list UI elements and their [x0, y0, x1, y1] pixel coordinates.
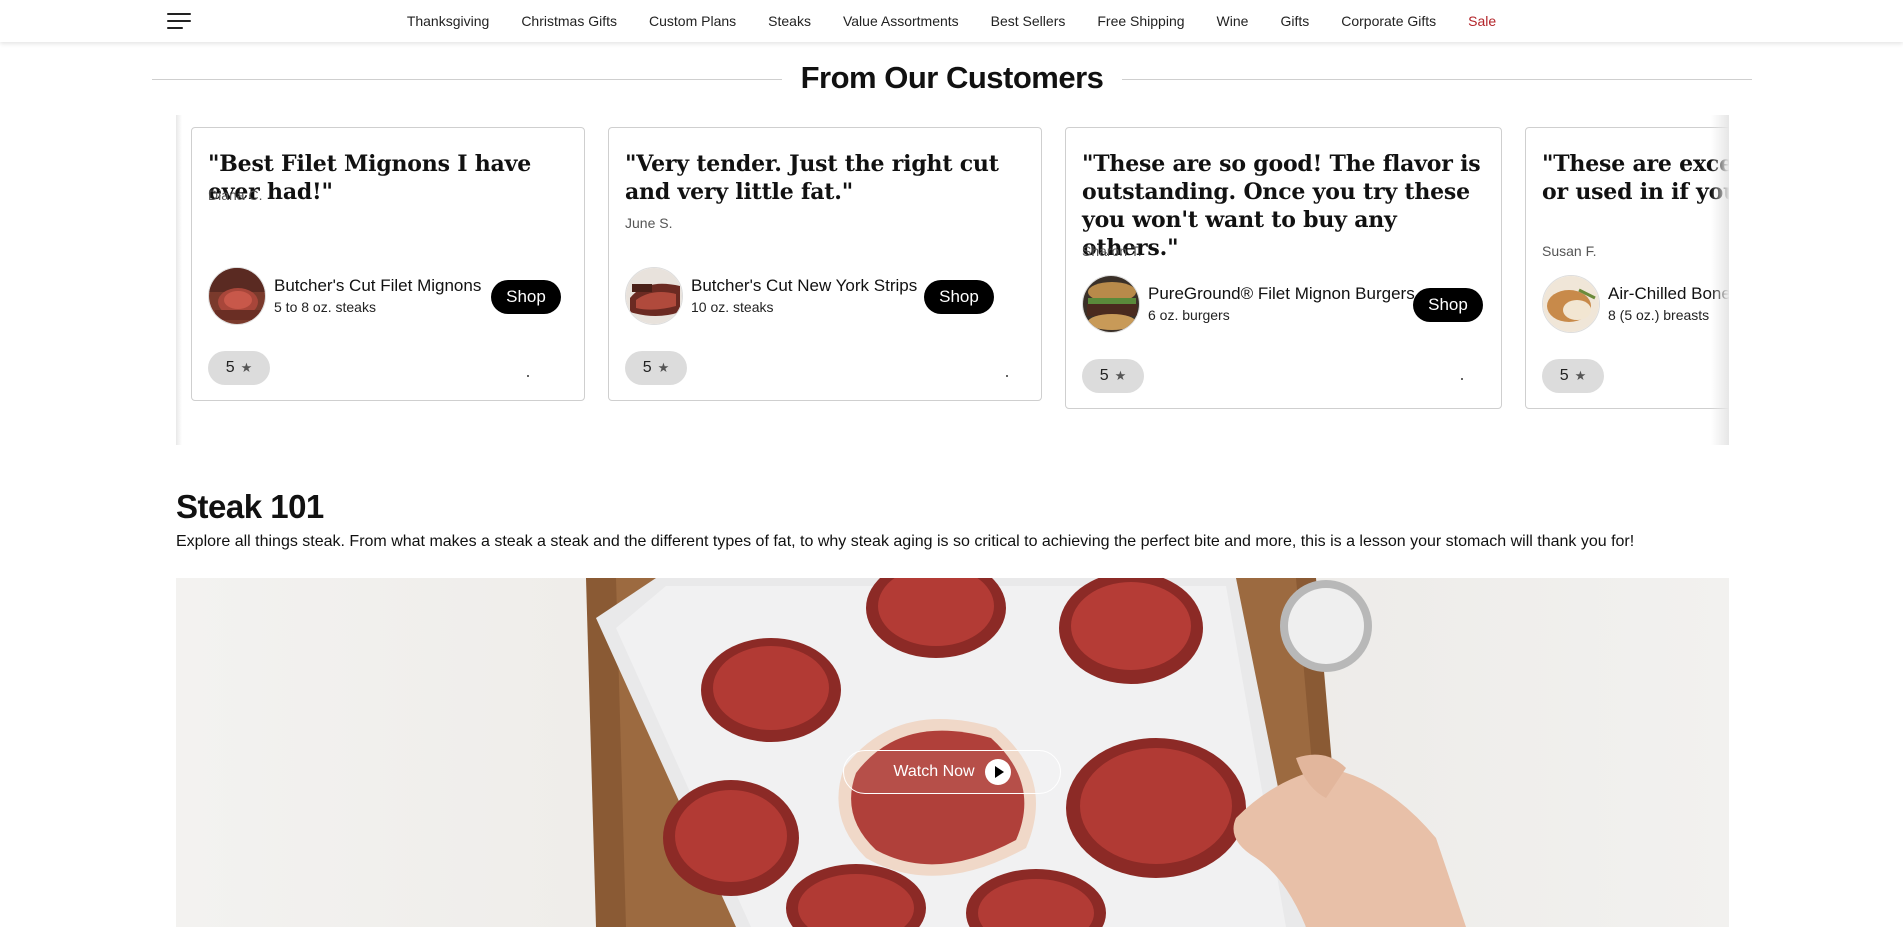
rating-badge: 5 ★ [1082, 359, 1144, 393]
rating-badge: 5 ★ [625, 351, 687, 385]
carousel-fade-left [176, 115, 182, 445]
heading-divider-right [1122, 79, 1752, 80]
review-author: Sharon T. [1082, 243, 1142, 259]
category-nav: Thanksgiving Christmas Gifts Custom Plan… [0, 0, 1903, 42]
star-icon: ★ [657, 360, 670, 375]
review-quote: "These are so good! The flavor is outsta… [1082, 151, 1481, 261]
product-name[interactable]: Butcher's Cut Filet Mignons [274, 276, 481, 296]
review-card: "Very tender. Just the right cut and ver… [608, 127, 1042, 401]
watch-now-label: Watch Now [893, 763, 975, 780]
shop-button[interactable]: Shop [1413, 288, 1483, 322]
review-author: Diana C. [208, 187, 263, 203]
product-size: 8 (5 oz.) breasts [1608, 307, 1710, 323]
reviews-heading: From Our Customers [800, 60, 1104, 95]
nav-link-custom-plans[interactable]: Custom Plans [649, 13, 736, 29]
product-size: 6 oz. burgers [1148, 307, 1230, 323]
reviews-carousel[interactable]: "Best Filet Mignons I have ever had!" Di… [176, 115, 1729, 445]
nav-link-wine[interactable]: Wine [1217, 13, 1249, 29]
review-product: Butcher's Cut Filet Mignons 5 to 8 oz. s… [208, 267, 564, 325]
review-author: June S. [625, 215, 673, 231]
review-product: Air-Chilled Boneless 8 (5 oz.) breasts [1542, 275, 1729, 333]
product-name[interactable]: PureGround® Filet Mignon Burgers [1148, 284, 1415, 304]
shop-button[interactable]: Shop [491, 280, 561, 314]
reviews-heading-row: From Our Customers [152, 58, 1752, 102]
nav-link-sale[interactable]: Sale [1468, 13, 1496, 29]
steak-101-description: Explore all things steak. From what make… [176, 533, 1635, 550]
nav-link-best-sellers[interactable]: Best Sellers [991, 13, 1066, 29]
top-navigation: Thanksgiving Christmas Gifts Custom Plan… [0, 0, 1903, 42]
rating-badge: 5 ★ [208, 351, 270, 385]
nav-link-christmas-gifts[interactable]: Christmas Gifts [521, 13, 617, 29]
nav-link-free-shipping[interactable]: Free Shipping [1097, 13, 1184, 29]
star-icon: ★ [1114, 368, 1127, 383]
product-name[interactable]: Butcher's Cut New York Strips [691, 276, 917, 296]
steak-101-video[interactable]: Watch Now [176, 578, 1729, 927]
product-size: 5 to 8 oz. steaks [274, 299, 376, 315]
review-product: PureGround® Filet Mignon Burgers 6 oz. b… [1082, 275, 1483, 333]
nav-link-corporate-gifts[interactable]: Corporate Gifts [1341, 13, 1436, 29]
carousel-dot [1006, 375, 1008, 377]
star-icon: ★ [1574, 368, 1587, 383]
play-icon [984, 759, 1011, 785]
product-thumbnail[interactable] [208, 267, 266, 325]
review-quote: "These are excellent baked, fried, or us… [1542, 151, 1729, 205]
review-quote: "Very tender. Just the right cut and ver… [625, 151, 999, 205]
shop-button[interactable]: Shop [924, 280, 994, 314]
review-card: "These are so good! The flavor is outsta… [1065, 127, 1502, 409]
carousel-fade-right [1711, 115, 1729, 445]
nav-link-steaks[interactable]: Steaks [768, 13, 811, 29]
carousel-dot [1461, 378, 1463, 380]
rating-value: 5 [1559, 367, 1569, 384]
product-thumbnail[interactable] [1542, 275, 1600, 333]
steak-101-title: Steak 101 [176, 488, 324, 525]
star-icon: ★ [240, 360, 253, 375]
rating-badge: 5 ★ [1542, 359, 1604, 393]
product-thumbnail[interactable] [1082, 275, 1140, 333]
watch-now-button[interactable]: Watch Now [843, 750, 1061, 794]
rating-value: 5 [642, 359, 652, 376]
carousel-dot [527, 375, 529, 377]
review-product: Butcher's Cut New York Strips 10 oz. ste… [625, 267, 1021, 325]
product-size: 10 oz. steaks [691, 299, 774, 315]
review-card: "These are excellent baked, fried, or us… [1525, 127, 1729, 409]
nav-link-value-assortments[interactable]: Value Assortments [843, 13, 959, 29]
product-thumbnail[interactable] [625, 267, 683, 325]
nav-link-gifts[interactable]: Gifts [1280, 13, 1309, 29]
rating-value: 5 [225, 359, 235, 376]
review-card: "Best Filet Mignons I have ever had!" Di… [191, 127, 585, 401]
review-author: Susan F. [1542, 243, 1597, 259]
rating-value: 5 [1099, 367, 1109, 384]
nav-link-thanksgiving[interactable]: Thanksgiving [407, 13, 490, 29]
review-quote: "Best Filet Mignons I have ever had!" [208, 151, 531, 205]
